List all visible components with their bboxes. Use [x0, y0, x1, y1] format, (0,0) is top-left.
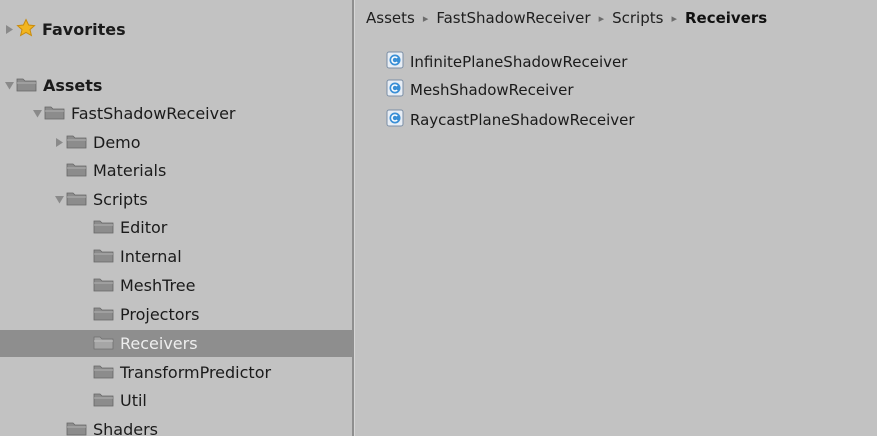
- folder-icon: [93, 305, 114, 325]
- tree-row-shaders[interactable]: Shaders: [0, 416, 352, 436]
- tree-row-favorites[interactable]: Favorites: [0, 16, 352, 43]
- breadcrumb-separator-icon: ▸: [671, 11, 677, 25]
- folder-icon: [93, 247, 114, 267]
- breadcrumb: Assets ▸ FastShadowReceiver ▸ Scripts ▸ …: [355, 0, 877, 36]
- foldout-collapsed-icon[interactable]: [53, 136, 65, 150]
- folder-icon: [93, 363, 114, 383]
- tree-label-internal: Internal: [120, 246, 182, 266]
- folder-icon: [93, 334, 114, 354]
- folder-icon: [93, 276, 114, 296]
- folder-icon: [66, 190, 87, 210]
- foldout-expanded-icon[interactable]: [31, 107, 43, 121]
- tree-row-demo[interactable]: Demo: [0, 129, 352, 156]
- tree-row-assets[interactable]: Assets: [0, 72, 352, 99]
- asset-label: RaycastPlaneShadowReceiver: [410, 111, 635, 129]
- star-icon: [16, 17, 36, 42]
- tree-label-materials: Materials: [93, 160, 167, 180]
- project-window: Favorites Assets FastShadowReceiver Demo…: [0, 0, 877, 436]
- foldout-expanded-icon[interactable]: [53, 193, 65, 207]
- tree-row-fastshadowreceiver[interactable]: FastShadowReceiver: [0, 100, 352, 127]
- asset-item-meshshadowreceiver[interactable]: MeshShadowReceiver: [386, 78, 574, 102]
- tree-row-scripts[interactable]: Scripts: [0, 186, 352, 213]
- tree-label-transformpredictor: TransformPredictor: [120, 362, 272, 382]
- tree-label-demo: Demo: [93, 132, 141, 152]
- breadcrumb-item-receivers[interactable]: Receivers: [685, 9, 767, 27]
- tree-row-transformpredictor[interactable]: TransformPredictor: [0, 359, 352, 386]
- asset-item-infiniteplaneshadowreceiver[interactable]: InfinitePlaneShadowReceiver: [386, 50, 627, 74]
- asset-label: InfinitePlaneShadowReceiver: [410, 53, 628, 71]
- asset-item-raycastplaneshadowreceiver[interactable]: RaycastPlaneShadowReceiver: [386, 108, 635, 132]
- tree-label-meshtree: MeshTree: [120, 275, 196, 295]
- tree-row-util[interactable]: Util: [0, 387, 352, 414]
- foldout-expanded-icon[interactable]: [3, 79, 15, 93]
- breadcrumb-separator-icon: ▸: [422, 11, 429, 25]
- breadcrumb-item-fastshadowreceiver[interactable]: FastShadowReceiver: [436, 9, 590, 27]
- tree-label-assets: Assets: [43, 75, 103, 95]
- breadcrumb-item-scripts[interactable]: Scripts: [612, 9, 663, 27]
- folder-icon: [66, 420, 87, 436]
- folder-icon: [66, 161, 87, 181]
- folder-icon: [44, 104, 65, 124]
- breadcrumb-item-assets[interactable]: Assets: [366, 9, 415, 27]
- tree-row-editor[interactable]: Editor: [0, 214, 352, 241]
- tree-label-shaders: Shaders: [93, 419, 159, 436]
- tree-row-materials[interactable]: Materials: [0, 157, 352, 184]
- tree-row-receivers[interactable]: Receivers: [0, 330, 352, 357]
- tree-label-util: Util: [120, 390, 147, 410]
- asset-content-panel: Assets ▸ FastShadowReceiver ▸ Scripts ▸ …: [355, 0, 877, 436]
- tree-row-internal[interactable]: Internal: [0, 243, 352, 270]
- tree-row-meshtree[interactable]: MeshTree: [0, 272, 352, 299]
- folder-icon: [93, 391, 114, 411]
- csharp-script-icon: [386, 51, 404, 73]
- folder-icon: [16, 76, 37, 96]
- tree-label-fastshadowreceiver: FastShadowReceiver: [71, 103, 236, 123]
- folder-tree-panel: Favorites Assets FastShadowReceiver Demo…: [0, 0, 352, 436]
- foldout-collapsed-icon[interactable]: [3, 23, 15, 37]
- folder-icon: [66, 133, 87, 153]
- csharp-script-icon: [386, 109, 404, 131]
- tree-label-editor: Editor: [120, 217, 168, 237]
- folder-icon: [93, 218, 114, 238]
- tree-label-receivers: Receivers: [120, 333, 198, 353]
- tree-row-projectors[interactable]: Projectors: [0, 301, 352, 328]
- tree-label-projectors: Projectors: [120, 304, 200, 324]
- breadcrumb-separator-icon: ▸: [598, 11, 605, 25]
- favorites-label: Favorites: [42, 19, 126, 39]
- tree-label-scripts: Scripts: [93, 189, 148, 209]
- csharp-script-icon: [386, 79, 404, 101]
- asset-label: MeshShadowReceiver: [410, 81, 574, 99]
